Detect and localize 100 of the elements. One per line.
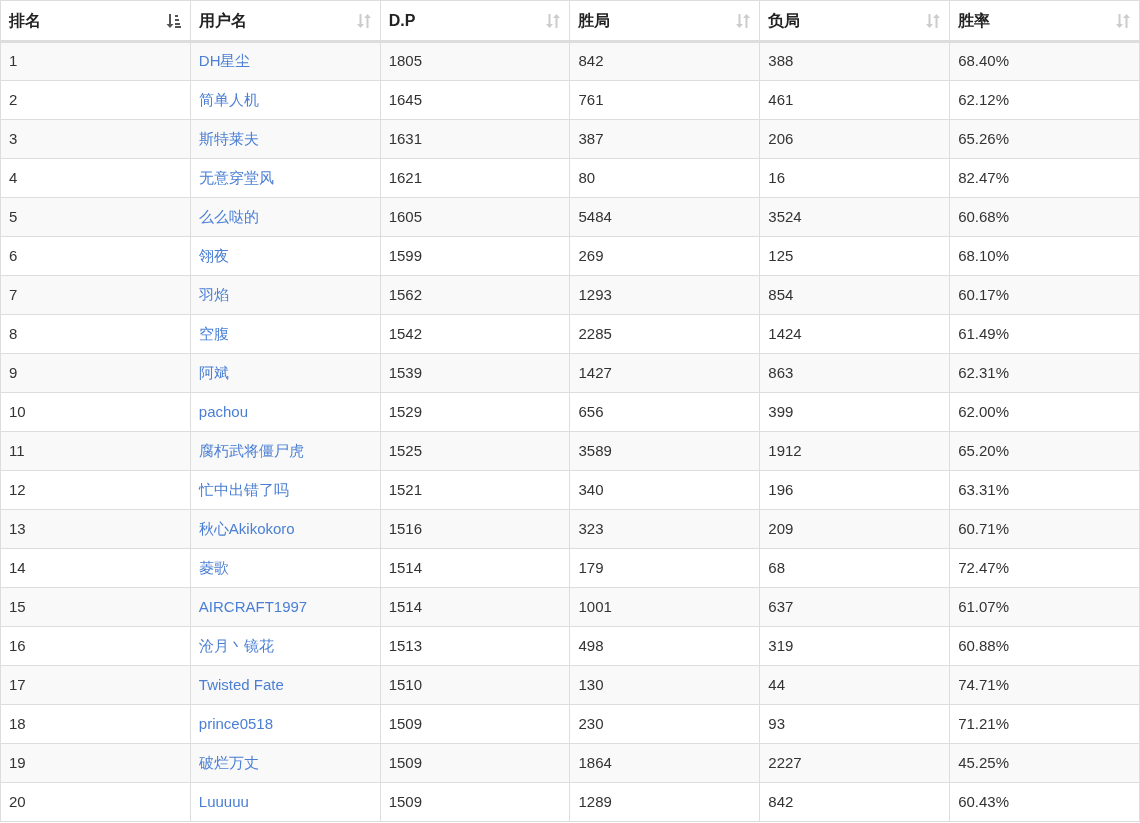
username-link[interactable]: 斯特莱夫 [198, 129, 259, 147]
table-cell: 1631 [380, 119, 570, 159]
table-cell: 1293 [570, 275, 760, 315]
header-label: 负局 [768, 10, 801, 31]
table-cell: 80 [570, 158, 760, 198]
table-cell: 1513 [380, 626, 570, 666]
sort-icon[interactable] [355, 12, 372, 29]
table-cell: 842 [570, 41, 760, 81]
table-cell: 269 [570, 236, 760, 276]
table-cell: 10 [0, 392, 191, 432]
table-cell: 4 [0, 158, 191, 198]
table-cell: 854 [759, 275, 950, 315]
table-cell: 1509 [380, 743, 570, 783]
table-cell: 1912 [759, 431, 950, 471]
table-cell: 388 [759, 41, 950, 81]
table-cell: 5 [0, 197, 191, 237]
table-cell: 60.71% [949, 509, 1140, 549]
username-link[interactable]: 羽焰 [198, 285, 229, 303]
table-cell: 1514 [380, 587, 570, 627]
header-label: 排名 [9, 10, 41, 31]
table-cell: 93 [759, 704, 950, 744]
table-cell: 637 [759, 587, 950, 627]
table-cell: 60.68% [949, 197, 1140, 237]
table-cell: 61.49% [949, 314, 1140, 354]
table-cell: 340 [570, 470, 760, 510]
username-link[interactable]: 无意穿堂风 [198, 168, 274, 186]
table-cell: 61.07% [949, 587, 1140, 627]
table-cell: 125 [759, 236, 950, 276]
table-cell: 5484 [570, 197, 760, 237]
sort-icon[interactable] [1115, 12, 1131, 29]
table-cell: 3 [0, 119, 191, 159]
username-link[interactable]: 菱歌 [198, 558, 229, 576]
table-cell: 16 [0, 626, 191, 666]
table-cell: 498 [570, 626, 760, 666]
table-cell: 60.43% [949, 782, 1140, 822]
username-link[interactable]: 简单人机 [198, 90, 259, 108]
table-cell: 1539 [380, 353, 570, 393]
username-link[interactable]: 空腹 [198, 324, 229, 342]
table-cell: 206 [759, 119, 950, 159]
table-cell: 230 [570, 704, 760, 744]
header-label: 用户名 [198, 10, 247, 31]
username-link[interactable]: 破烂万丈 [198, 753, 259, 771]
table-cell: 461 [759, 80, 950, 120]
table-cell: 7 [0, 275, 191, 315]
table-cell: 3524 [759, 197, 950, 237]
username-link[interactable]: pachou [198, 402, 249, 420]
username-link[interactable]: 么么哒的 [198, 207, 259, 225]
table-cell: 209 [759, 509, 950, 549]
table-cell: 2227 [759, 743, 950, 783]
table-cell: 1509 [380, 782, 570, 822]
table-cell: 13 [0, 509, 191, 549]
sort-descending-icon[interactable] [165, 12, 182, 29]
table-cell: 72.47% [949, 548, 1140, 588]
table-cell: 74.71% [949, 665, 1140, 705]
table-cell: 63.31% [949, 470, 1140, 510]
table-cell: 1516 [380, 509, 570, 549]
header-label: D.P [388, 10, 416, 31]
table-cell: 1521 [380, 470, 570, 510]
username-link[interactable]: 翎夜 [198, 246, 229, 264]
username-link[interactable]: 阿斌 [198, 363, 229, 381]
table-cell: 15 [0, 587, 191, 627]
table-cell: 1289 [570, 782, 760, 822]
table-cell: 60.88% [949, 626, 1140, 666]
table-cell: 65.20% [949, 431, 1140, 471]
table-cell: 82.47% [949, 158, 1140, 198]
table-cell: 1510 [380, 665, 570, 705]
table-cell: 1542 [380, 314, 570, 354]
table-cell: 1514 [380, 548, 570, 588]
table-cell: 8 [0, 314, 191, 354]
sort-icon[interactable] [545, 12, 562, 29]
table-cell: 1509 [380, 704, 570, 744]
header-label: 胜局 [578, 10, 611, 31]
table-cell: 18 [0, 704, 191, 744]
username-link[interactable]: DH星尘 [198, 52, 251, 70]
table-cell: 1645 [380, 80, 570, 120]
table-cell: 1605 [380, 197, 570, 237]
table-cell: 17 [0, 665, 191, 705]
table-cell: 60.17% [949, 275, 1140, 315]
sort-icon[interactable] [735, 12, 752, 29]
table-cell: 842 [759, 782, 950, 822]
table-cell: 399 [759, 392, 950, 432]
table-cell: 68 [759, 548, 950, 588]
table-cell: 71.21% [949, 704, 1140, 744]
table-cell: 1 [0, 41, 191, 81]
table-cell: 62.31% [949, 353, 1140, 393]
table-cell: 323 [570, 509, 760, 549]
table-cell: 761 [570, 80, 760, 120]
table-cell: 45.25% [949, 743, 1140, 783]
table-cell: 1805 [380, 41, 570, 81]
sort-icon[interactable] [925, 12, 942, 29]
table-cell: 6 [0, 236, 191, 276]
username-link[interactable]: 沧月丶镜花 [198, 636, 274, 654]
table-cell: 11 [0, 431, 191, 471]
table-cell: 1001 [570, 587, 760, 627]
username-link[interactable]: Luuuuu [198, 792, 249, 810]
username-link[interactable]: prince0518 [198, 714, 274, 732]
table-cell: 62.12% [949, 80, 1140, 120]
table-cell: 130 [570, 665, 760, 705]
table-cell: 1864 [570, 743, 760, 783]
table-cell: 863 [759, 353, 950, 393]
